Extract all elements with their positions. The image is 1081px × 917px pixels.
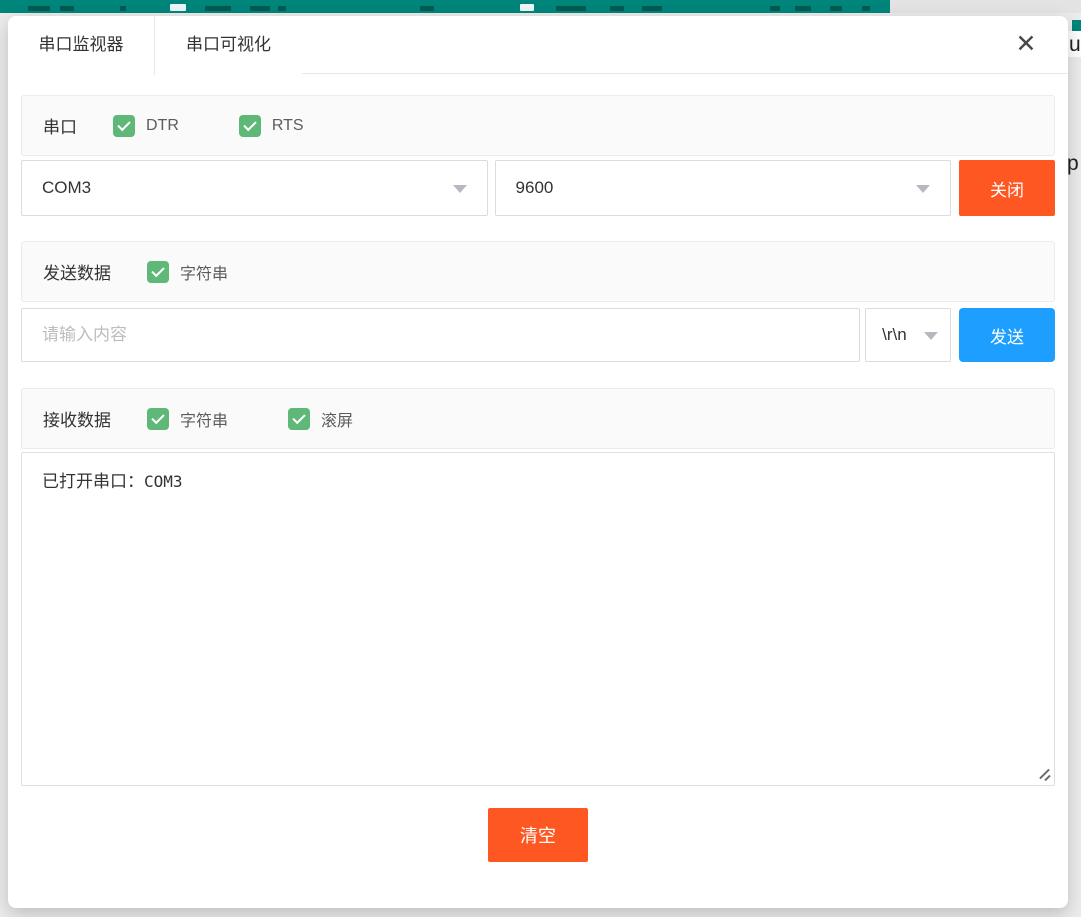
chevron-down-icon [453, 185, 467, 193]
toolbar-fragment [205, 6, 231, 11]
toolbar-fragment [556, 6, 586, 11]
receive-string-checkbox[interactable] [147, 408, 169, 430]
tab-label: 串口可视化 [186, 35, 271, 54]
close-port-button[interactable]: 关闭 [959, 160, 1055, 216]
send-input[interactable] [21, 308, 860, 362]
rts-checkbox[interactable] [239, 115, 261, 137]
toolbar-fragment [278, 6, 286, 11]
background-partial-text: u [1069, 34, 1081, 55]
toolbar-fragment [830, 6, 842, 11]
receive-string-label: 字符串 [180, 407, 228, 431]
baud-select-value: 9600 [516, 178, 554, 198]
send-button[interactable]: 发送 [959, 308, 1055, 362]
toolbar-fragment [862, 6, 870, 11]
line-ending-select[interactable]: \r\n [865, 308, 951, 362]
receive-section-title: 接收数据 [43, 406, 111, 431]
toolbar-fragment [170, 4, 186, 11]
send-controls-row: \r\n 发送 [21, 308, 1055, 362]
toolbar-fragment [520, 4, 534, 11]
dtr-checkbox-group: DTR [113, 115, 179, 137]
dtr-checkbox[interactable] [113, 115, 135, 137]
toolbar-fragment [420, 6, 434, 11]
port-select-value: COM3 [42, 178, 91, 198]
rts-label: RTS [272, 117, 304, 135]
send-string-checkbox-group: 字符串 [147, 260, 228, 284]
toolbar-fragment [795, 6, 811, 11]
receive-section-header: 接收数据 字符串 滚屏 [21, 388, 1055, 449]
toolbar-fragment [120, 6, 126, 11]
rts-checkbox-group: RTS [239, 115, 304, 137]
line-ending-value: \r\n [882, 325, 907, 345]
send-section-title: 发送数据 [43, 259, 111, 284]
toolbar-fragment [28, 6, 50, 11]
app-toolbar-clipped [0, 0, 890, 13]
clear-button[interactable]: 清空 [488, 808, 588, 862]
toolbar-fragment [770, 6, 780, 11]
background-header-edge [1072, 20, 1081, 31]
serial-port-title: 串口 [43, 113, 77, 138]
receive-output-prefix: 已打开串口： [42, 472, 144, 491]
tab-label: 串口监视器 [39, 35, 124, 54]
toolbar-fragment [642, 6, 662, 11]
receive-output-area[interactable]: 已打开串口：COM3 [21, 452, 1055, 786]
port-select[interactable]: COM3 [21, 160, 488, 216]
send-string-checkbox[interactable] [147, 261, 169, 283]
toolbar-fragment [250, 6, 270, 11]
scroll-checkbox[interactable] [288, 408, 310, 430]
serial-port-controls-row: COM3 9600 关闭 [21, 160, 1055, 216]
toolbar-fragment [60, 6, 74, 11]
receive-string-checkbox-group: 字符串 [147, 407, 228, 431]
serial-monitor-dialog: 串口监视器 串口可视化 ✕ 串口 DTR RTS COM3 960 [8, 16, 1068, 908]
tab-serial-visualization[interactable]: 串口可视化 [155, 16, 302, 74]
receive-output-value: COM3 [144, 472, 183, 491]
chevron-down-icon [924, 332, 938, 340]
serial-port-section-header: 串口 DTR RTS [21, 95, 1055, 156]
dtr-label: DTR [146, 117, 179, 135]
dialog-content: 串口 DTR RTS COM3 9600 关闭 发送数据 [8, 74, 1068, 862]
clear-button-wrap: 清空 [21, 808, 1055, 862]
dialog-tabbar: 串口监视器 串口可视化 ✕ [8, 16, 1068, 74]
close-icon[interactable]: ✕ [1008, 26, 1044, 62]
resize-handle-icon[interactable] [1035, 766, 1050, 781]
app-toolbar-end [890, 0, 1081, 13]
baud-select[interactable]: 9600 [495, 160, 952, 216]
background-partial-text: p [1067, 153, 1079, 174]
send-string-label: 字符串 [180, 260, 228, 284]
chevron-down-icon [916, 185, 930, 193]
send-section-header: 发送数据 字符串 [21, 241, 1055, 302]
tab-serial-monitor[interactable]: 串口监视器 [8, 16, 155, 75]
scroll-label: 滚屏 [321, 407, 353, 431]
scroll-checkbox-group: 滚屏 [288, 407, 353, 431]
toolbar-fragment [610, 6, 624, 11]
